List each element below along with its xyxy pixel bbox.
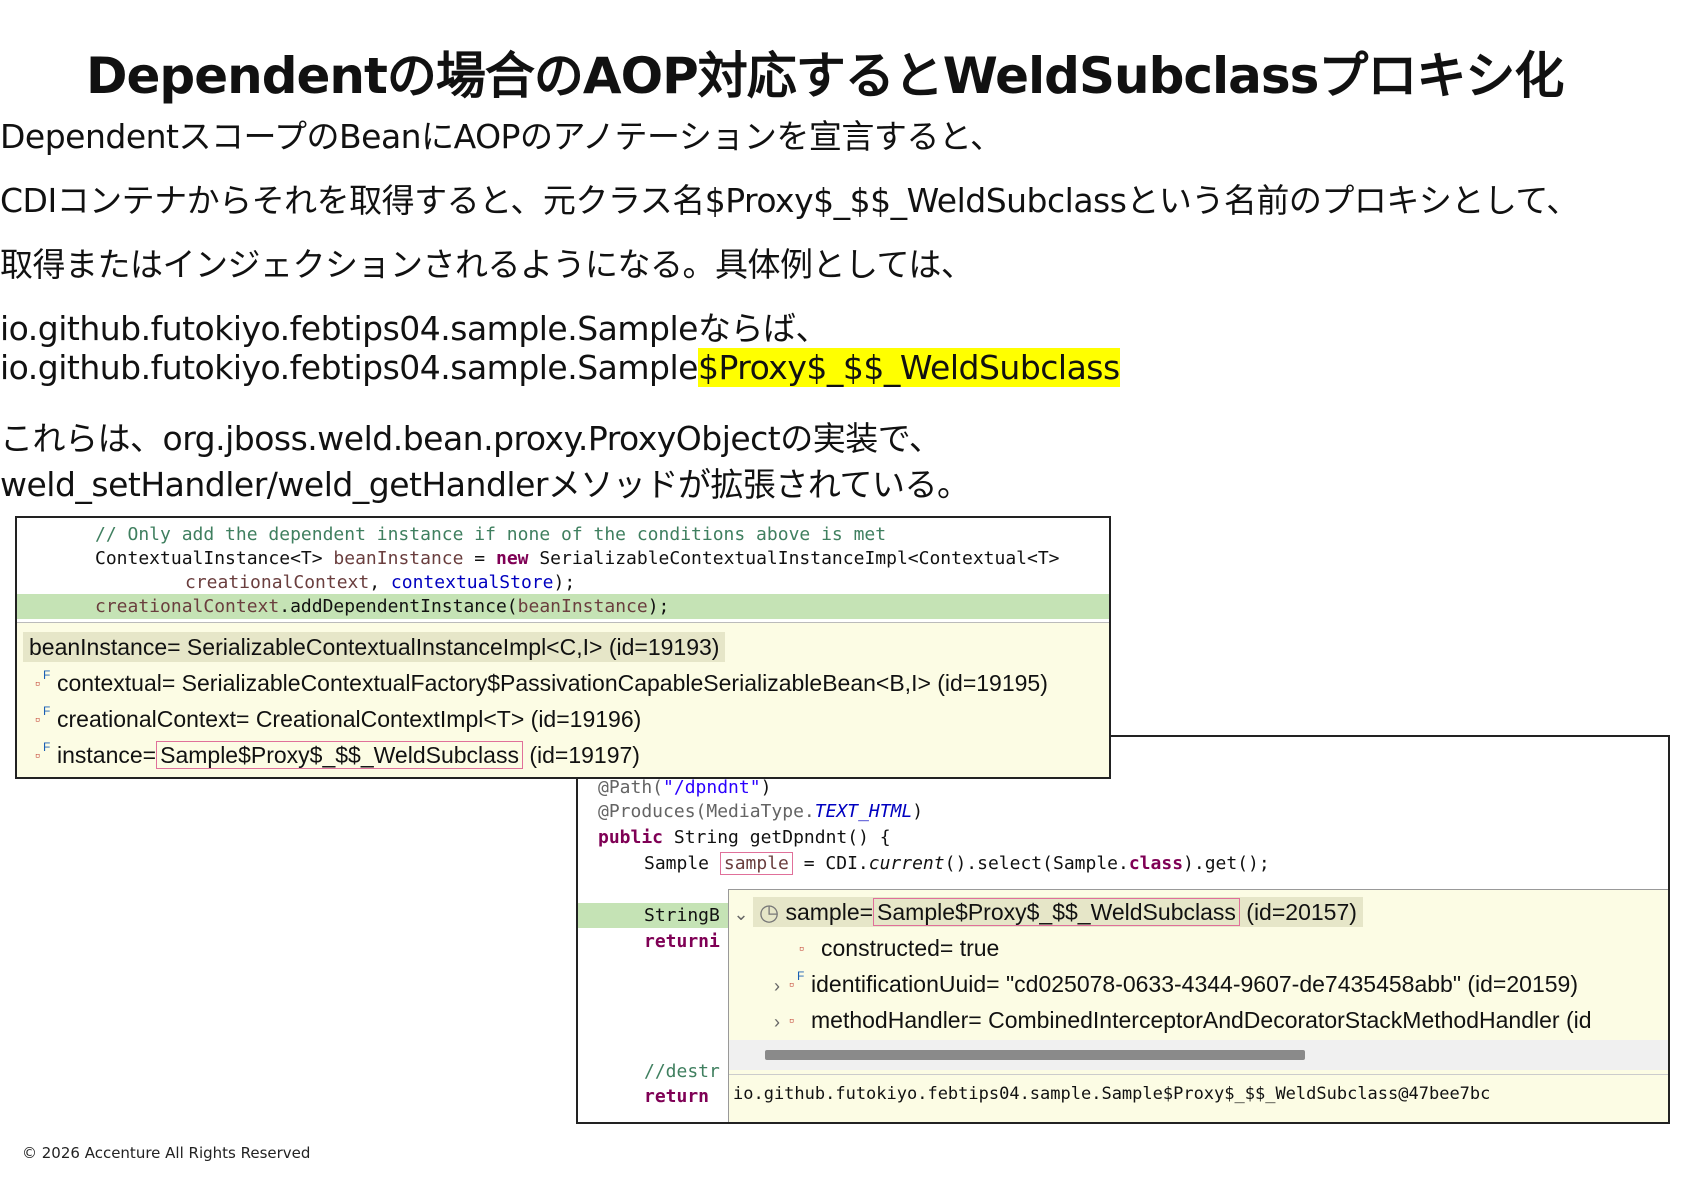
field-icon: ▫ xyxy=(789,1012,794,1028)
variable-inspector-popup: ⌄ ◷ sample= Sample$Proxy$_$$_WeldSubclass … xyxy=(728,889,1668,1122)
proxy-class-box: Sample$Proxy$_$$_WeldSubclass xyxy=(156,741,523,769)
class-name-text: io.github.futokiyo.febtips04.sample.Samp… xyxy=(0,348,698,387)
page-title: Dependentの場合のAOP対応するとWeldSubclassプロキシ化 xyxy=(86,47,1564,105)
chevron-right-icon[interactable]: › xyxy=(765,968,789,1004)
body-line-4: io.github.futokiyo.febtips04.sample.Samp… xyxy=(0,309,828,348)
code-screenshot-2: @Path("/dpndnt") @Produces(MediaType.TEX… xyxy=(576,735,1670,1124)
inspector-row-uuid[interactable]: › ▫ FidentificationUuid= "cd025078-0633-43… xyxy=(729,966,1668,1004)
inspector-row-sample[interactable]: ⌄ ◷ sample= Sample$Proxy$_$$_WeldSubclass … xyxy=(729,894,1668,932)
code-comment-line: // Only add the dependent instance if no… xyxy=(95,524,887,545)
code-line: Sample sample = CDI.current().select(Sam… xyxy=(644,852,1270,875)
code-screenshot-1: // Only add the dependent instance if no… xyxy=(15,516,1111,779)
body-line-3: 取得またはインジェクションされるようになる。具体例としては、 xyxy=(0,245,974,284)
inspector-row-method-handler[interactable]: › ▫ methodHandler= CombinedInterceptorAndD… xyxy=(729,1002,1668,1040)
proxy-class-box: Sample$Proxy$_$$_WeldSubclass xyxy=(873,898,1240,926)
code-line: creationalContext, contextualStore); xyxy=(185,572,576,593)
body-line-5: io.github.futokiyo.febtips04.sample.Samp… xyxy=(0,348,1120,387)
body-line-7: weld_setHandler/weld_getHandlerメソッドが拡張され… xyxy=(0,465,970,504)
chevron-right-icon[interactable]: › xyxy=(765,1004,789,1040)
variable-inspector-popup: beanInstance= SerializableContextualInst… xyxy=(17,622,1109,777)
final-field-icon: ▫ F xyxy=(789,969,805,992)
code-line: @Produces(MediaType.TEXT_HTML) xyxy=(598,801,924,822)
chevron-down-icon[interactable]: ⌄ xyxy=(729,896,753,932)
inspector-row-contextual[interactable]: ▫ Fcontextual= SerializableContextualFact… xyxy=(17,665,1109,701)
body-line-2: CDIコンテナからそれを取得すると、元クラス名$Proxy$_$$_WeldSu… xyxy=(0,181,1579,220)
local-variable-icon: ◷ xyxy=(759,899,780,925)
inspector-detail-pane: io.github.futokiyo.febtips04.sample.Samp… xyxy=(729,1074,1668,1113)
body-line-6: これらは、org.jboss.weld.bean.proxy.ProxyObje… xyxy=(0,419,942,458)
highlighted-proxy-suffix: $Proxy$_$$_WeldSubclass xyxy=(697,348,1120,387)
scrollbar-thumb[interactable] xyxy=(765,1050,1305,1060)
code-line-current: creationalContext.addDependentInstance(b… xyxy=(17,594,1109,619)
code-line: ContextualInstance<T> beanInstance = new… xyxy=(95,548,1060,569)
inspector-row-constructed[interactable]: ▫ constructed= true xyxy=(729,930,1668,966)
code-line: public String getDpndnt() { xyxy=(598,827,891,848)
inspector-row-instance[interactable]: ▫ Finstance= Sample$Proxy$_$$_WeldSubclass… xyxy=(17,737,1109,773)
inspector-row-bean-instance[interactable]: beanInstance= SerializableContextualInst… xyxy=(17,629,1109,665)
body-line-1: DependentスコープのBeanにAOPのアノテーションを宣言すると、 xyxy=(0,117,1003,156)
sample-variable-box: sample xyxy=(719,852,793,875)
inspector-row-creational-context[interactable]: ▫ FcreationalContext= CreationalContextIm… xyxy=(17,701,1109,737)
copyright-footer: © 2026 Accenture All Rights Reserved xyxy=(22,1144,311,1162)
horizontal-scrollbar[interactable] xyxy=(729,1040,1668,1070)
final-field-icon: ▫ F xyxy=(35,740,51,763)
